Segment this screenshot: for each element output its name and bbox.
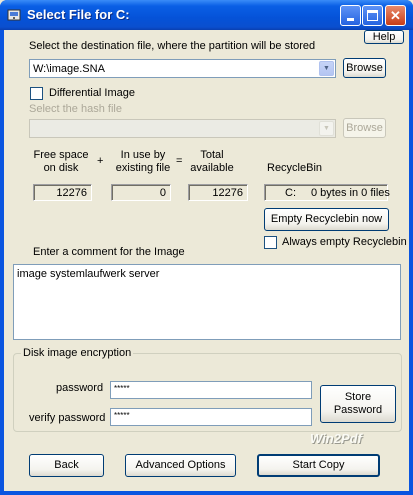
start-copy-button[interactable]: Start Copy <box>257 454 380 477</box>
password-label: password <box>56 382 104 394</box>
destination-value: W:\image.SNA <box>33 63 105 75</box>
destination-combo[interactable]: W:\image.SNA ▼ <box>29 59 336 78</box>
title-bar[interactable]: Select File for C: ✕ <box>0 0 413 30</box>
close-icon: ✕ <box>390 7 401 23</box>
empty-recyclebin-button[interactable]: Empty Recyclebin now <box>264 208 389 231</box>
hash-browse-button[interactable]: Browse <box>343 118 386 138</box>
chevron-down-icon[interactable]: ▼ <box>319 121 334 136</box>
store-password-button[interactable]: Store Password <box>320 385 396 423</box>
destination-prompt: Select the destination file, where the p… <box>29 40 316 52</box>
verify-password-input[interactable]: ***** <box>110 408 312 426</box>
app-icon <box>7 9 21 21</box>
comment-prompt: Enter a comment for the Image <box>33 246 185 258</box>
always-empty-label: Always empty Recyclebin <box>282 236 407 248</box>
recyclebin-label: RecycleBin <box>267 162 323 174</box>
hash-prompt: Select the hash file <box>29 103 122 115</box>
minimize-button[interactable] <box>340 5 361 26</box>
plus-sign: + <box>97 155 104 167</box>
encryption-title: Disk image encryption <box>21 347 134 359</box>
advanced-options-button[interactable]: Advanced Options <box>125 454 236 477</box>
in-use-label: In use by existing file <box>115 149 171 174</box>
hash-combo[interactable]: ▼ <box>29 119 336 138</box>
free-space-value: 12276 <box>33 184 92 201</box>
verify-password-label: verify password <box>29 412 106 424</box>
differential-checkbox[interactable] <box>30 87 43 100</box>
close-button[interactable]: ✕ <box>385 5 406 26</box>
browse-button[interactable]: Browse <box>343 58 386 78</box>
chevron-down-icon[interactable]: ▼ <box>319 61 334 76</box>
back-button[interactable]: Back <box>29 454 104 477</box>
password-input[interactable]: ***** <box>110 381 312 399</box>
total-available-label: Total available <box>190 149 234 174</box>
differential-label: Differential Image <box>49 87 136 99</box>
watermark-logo: Win2Pdf <box>310 431 362 446</box>
in-use-value: 0 <box>111 184 171 201</box>
maximize-button[interactable] <box>362 5 383 26</box>
help-button[interactable]: Help <box>364 30 404 44</box>
equals-sign: = <box>176 155 183 167</box>
comment-textarea[interactable]: image systemlaufwerk server <box>13 264 401 340</box>
recyclebin-drive: C: <box>285 187 296 199</box>
recyclebin-info: 0 bytes in 0 files <box>311 187 390 199</box>
dialog-body: Help Select the destination file, where … <box>4 30 409 491</box>
free-space-label: Free space on disk <box>33 149 89 174</box>
total-available-value: 12276 <box>188 184 248 201</box>
recyclebin-status: C: 0 bytes in 0 files <box>264 184 390 201</box>
always-empty-checkbox[interactable] <box>264 236 277 249</box>
dialog-window: Select File for C: ✕ Help Select the des… <box>0 0 413 495</box>
window-title: Select File for C: <box>27 7 130 22</box>
